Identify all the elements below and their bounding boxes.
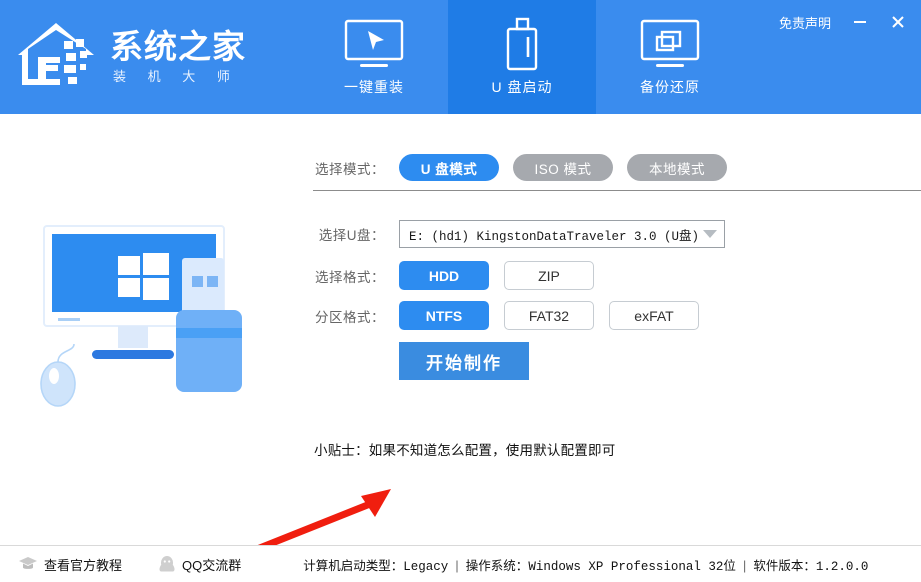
tab-usb-boot[interactable]: U 盘启动 — [448, 0, 596, 114]
partition-label: 分区格式： — [315, 309, 385, 325]
mode-option-local[interactable]: 本地模式 — [627, 154, 727, 181]
backup-windows-icon — [638, 17, 702, 71]
info-separator: | — [740, 559, 749, 574]
format-option-hdd[interactable]: HDD — [399, 261, 489, 290]
house-logo-icon — [18, 23, 94, 85]
main-content: 选择模式： U 盘模式 ISO 模式 本地模式 选择U盘： E: (hd1) K… — [0, 114, 921, 573]
usb-boot-illustration — [40, 225, 242, 407]
mode-option-iso[interactable]: ISO 模式 — [513, 154, 613, 181]
app-logo: 系统之家 装 机 大 师 — [14, 12, 279, 102]
udisk-label: 选择U盘： — [318, 228, 385, 243]
partition-option-ntfs[interactable]: NTFS — [399, 301, 489, 330]
tip-text: 小贴士：如果不知道怎么配置，使用默认配置即可 — [314, 445, 616, 460]
minimize-icon[interactable] — [847, 10, 873, 34]
tab-label: 备份还原 — [640, 79, 700, 95]
version-value: 1.2.0.0 — [815, 559, 869, 574]
window-controls: 免责声明 — [775, 10, 911, 34]
logo-title: 系统之家 — [110, 27, 246, 66]
cursor-screen-icon — [342, 17, 406, 71]
official-tutorial-link[interactable]: 查看官方教程 — [18, 555, 122, 574]
mode-option-usb[interactable]: U 盘模式 — [399, 154, 499, 181]
partition-option-exfat[interactable]: exFAT — [609, 301, 699, 330]
udisk-select-row: 选择U盘： E: (hd1) KingstonDataTraveler 3.0 … — [313, 220, 725, 248]
tutorial-label: 查看官方教程 — [44, 557, 123, 573]
format-select-row: 选择格式： HDD ZIP — [313, 261, 594, 290]
mode-select-row: 选择模式： U 盘模式 ISO 模式 本地模式 — [313, 154, 727, 181]
disclaimer-link[interactable]: 免责声明 — [775, 11, 835, 34]
info-separator: | — [453, 559, 461, 574]
usb-drive-icon — [498, 17, 546, 71]
status-bar: 查看官方教程 QQ交流群 计算机启动类型：Legacy | 操作系统：Windows… — [0, 546, 921, 582]
app-header: 系统之家 装 机 大 师 一键重装 U 盘启动 备份还原 免责声明 — [0, 0, 921, 114]
graduation-cap-icon — [19, 557, 37, 569]
partition-select-row: 分区格式： NTFS FAT32 exFAT — [313, 301, 699, 330]
qq-group-label: QQ交流群 — [182, 557, 242, 573]
format-option-zip[interactable]: ZIP — [504, 261, 594, 290]
system-info-text: 计算机启动类型：Legacy | 操作系统：Windows XP Professio… — [303, 555, 868, 574]
app-window: 系统之家 装 机 大 师 一键重装 U 盘启动 备份还原 免责声明 选择模式： … — [0, 0, 921, 582]
logo-subtitle: 装 机 大 师 — [113, 69, 239, 84]
section-divider — [313, 190, 921, 191]
chevron-down-icon — [703, 230, 717, 238]
start-create-button[interactable]: 开始制作 — [399, 342, 529, 380]
tab-backup-restore[interactable]: 备份还原 — [596, 0, 744, 114]
main-tabs: 一键重装 U 盘启动 备份还原 — [300, 0, 744, 114]
qq-penguin-icon — [159, 555, 175, 571]
mode-label: 选择模式： — [315, 161, 385, 177]
close-icon[interactable] — [885, 10, 911, 34]
os-value: Windows XP Professional 32位 — [528, 559, 736, 574]
tab-label: U 盘启动 — [491, 79, 553, 95]
format-label: 选择格式： — [315, 269, 385, 285]
partition-option-fat32[interactable]: FAT32 — [504, 301, 594, 330]
boot-type-label: 计算机启动类型： — [303, 559, 404, 574]
tab-label: 一键重装 — [344, 79, 404, 95]
tab-one-key-reinstall[interactable]: 一键重装 — [300, 0, 448, 114]
udisk-selected-value: E: (hd1) KingstonDataTraveler 3.0 (U盘) 2… — [409, 229, 697, 244]
boot-type-value: Legacy — [403, 559, 449, 574]
qq-group-link[interactable]: QQ交流群 — [158, 555, 241, 574]
udisk-select[interactable]: E: (hd1) KingstonDataTraveler 3.0 (U盘) 2… — [399, 220, 725, 248]
os-label: 操作系统： — [465, 559, 529, 574]
version-label: 软件版本： — [753, 559, 816, 574]
